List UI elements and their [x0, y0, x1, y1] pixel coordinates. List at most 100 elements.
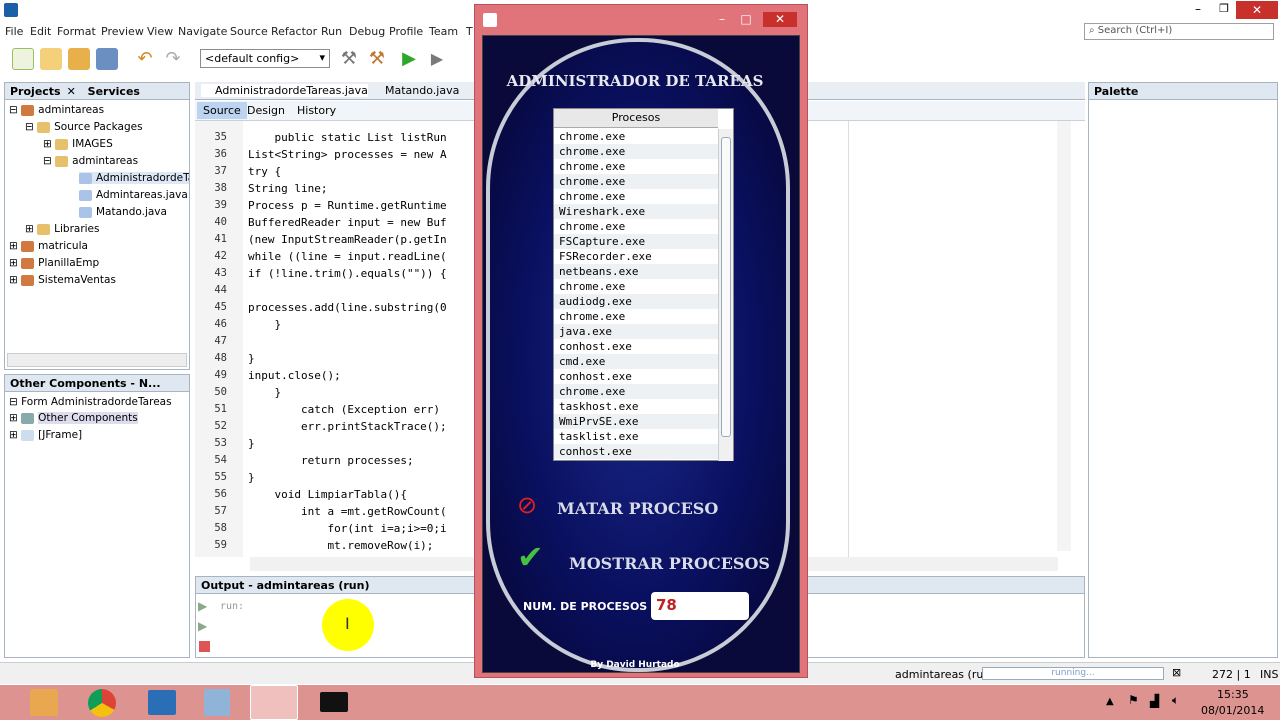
- tree-item[interactable]: ⊟ admintareas: [9, 104, 104, 116]
- tree-item[interactable]: ⊞ matricula: [9, 240, 88, 252]
- maximize-button[interactable]: □: [737, 12, 755, 27]
- undo-icon[interactable]: ↶: [134, 48, 156, 70]
- menu-team[interactable]: Team: [429, 25, 458, 38]
- tree-item[interactable]: ⊞ PlanillaEmp: [9, 257, 99, 269]
- tab-matando[interactable]: Matando.java: [371, 84, 459, 97]
- java-app-icon[interactable]: [250, 685, 298, 720]
- process-row[interactable]: netbeans.exe: [554, 264, 718, 279]
- debug-icon[interactable]: ▶: [426, 48, 448, 70]
- tab-projects[interactable]: Projects: [10, 85, 61, 98]
- menu-source[interactable]: Source: [230, 25, 268, 38]
- rerun-icon[interactable]: ▶: [198, 599, 207, 613]
- process-list[interactable]: chrome.exe chrome.exe chrome.exe chrome.…: [554, 129, 718, 461]
- cmd-icon[interactable]: [320, 692, 348, 712]
- menu-refactor[interactable]: Refactor: [271, 25, 317, 38]
- process-row[interactable]: conhost.exe: [554, 369, 718, 384]
- menu-preview[interactable]: Preview: [101, 25, 144, 38]
- process-row[interactable]: chrome.exe: [554, 279, 718, 294]
- tree-item[interactable]: ⊞ SistemaVentas: [9, 274, 116, 286]
- stop-icon[interactable]: [199, 641, 210, 652]
- tree-item-selected[interactable]: AdministradordeTare: [79, 172, 189, 184]
- tab-history[interactable]: History: [297, 104, 336, 117]
- network-icon[interactable]: ▟: [1150, 694, 1159, 708]
- menu-file[interactable]: File: [5, 25, 23, 38]
- menu-format[interactable]: Format: [57, 25, 96, 38]
- process-row[interactable]: chrome.exe: [554, 189, 718, 204]
- tab-administrador[interactable]: AdministradordeTareas.java: [201, 84, 368, 97]
- tree-item[interactable]: ⊟ admintareas: [43, 155, 138, 167]
- menu-debug[interactable]: Debug: [349, 25, 385, 38]
- minimize-button[interactable]: –: [1188, 2, 1208, 18]
- process-count-field[interactable]: 78: [651, 592, 749, 620]
- tree-item[interactable]: Admintareas.java: [79, 189, 188, 201]
- wireshark-icon[interactable]: [148, 690, 176, 715]
- process-row[interactable]: chrome.exe: [554, 384, 718, 399]
- new-file-icon[interactable]: [12, 48, 34, 70]
- process-row[interactable]: java.exe: [554, 324, 718, 339]
- menu-run[interactable]: Run: [321, 25, 342, 38]
- tray-chevron-icon[interactable]: ▲: [1106, 696, 1114, 707]
- horizontal-scrollbar[interactable]: [7, 353, 187, 367]
- search-input[interactable]: ⌕ Search (Ctrl+I): [1084, 23, 1274, 40]
- config-select[interactable]: <default config> ▾: [200, 49, 330, 68]
- process-row[interactable]: FSCapture.exe: [554, 234, 718, 249]
- chrome-icon[interactable]: [88, 689, 116, 717]
- menu-profile[interactable]: Profile: [389, 25, 423, 38]
- tab-source[interactable]: Source: [197, 102, 247, 119]
- menu-navigate[interactable]: Navigate: [178, 25, 227, 38]
- new-project-icon[interactable]: [40, 48, 62, 70]
- minimize-button[interactable]: –: [713, 12, 731, 27]
- process-table[interactable]: Procesos chrome.exe chrome.exe chrome.ex…: [553, 108, 734, 461]
- process-row[interactable]: chrome.exe: [554, 174, 718, 189]
- process-row[interactable]: conhost.exe: [554, 444, 718, 459]
- process-row[interactable]: audiodg.exe: [554, 294, 718, 309]
- close-button[interactable]: ✕: [763, 12, 797, 27]
- scroll-thumb[interactable]: [721, 137, 731, 437]
- flag-icon[interactable]: ⚑: [1128, 693, 1139, 707]
- tree-item[interactable]: ⊟ Form AdministradordeTareas: [9, 396, 172, 408]
- redo-icon[interactable]: ↷: [162, 48, 184, 70]
- tab-design[interactable]: Design: [247, 104, 285, 117]
- process-row[interactable]: WmiPrvSE.exe: [554, 414, 718, 429]
- cancel-icon[interactable]: ⊠: [1172, 666, 1181, 679]
- process-row[interactable]: cmd.exe: [554, 354, 718, 369]
- tree-item[interactable]: ⊞ Libraries: [25, 223, 100, 235]
- tree-item-selected[interactable]: ⊞ Other Components: [9, 412, 138, 424]
- close-button[interactable]: ✕: [1236, 1, 1278, 19]
- virtualbox-icon[interactable]: [204, 689, 230, 716]
- tree-item[interactable]: ⊞ [JFrame]: [9, 429, 82, 441]
- rerun-config-icon[interactable]: ▶: [198, 619, 207, 633]
- process-row[interactable]: tasklist.exe: [554, 429, 718, 444]
- show-processes-button[interactable]: ✔ MOSTRAR PROCESOS: [517, 538, 777, 578]
- clock-time[interactable]: 15:35: [1217, 688, 1249, 701]
- build-icon[interactable]: ⚒: [338, 48, 360, 70]
- process-row[interactable]: chrome.exe: [554, 219, 718, 234]
- run-icon[interactable]: ▶: [398, 48, 420, 70]
- process-row[interactable]: FSRecorder.exe: [554, 249, 718, 264]
- tab-services[interactable]: Services: [88, 85, 140, 98]
- save-all-icon[interactable]: [96, 48, 118, 70]
- open-project-icon[interactable]: [68, 48, 90, 70]
- menu-view[interactable]: View: [147, 25, 173, 38]
- process-row[interactable]: chrome.exe: [554, 129, 718, 144]
- clean-build-icon[interactable]: ⚒: [366, 48, 388, 70]
- tree-item[interactable]: Matando.java: [79, 206, 167, 218]
- clock-date[interactable]: 08/01/2014: [1201, 704, 1264, 717]
- process-row[interactable]: Wireshark.exe: [554, 204, 718, 219]
- tree-item[interactable]: ⊞ IMAGES: [43, 138, 113, 150]
- process-row[interactable]: chrome.exe: [554, 309, 718, 324]
- kill-process-button[interactable]: ⊘ MATAR PROCESO: [517, 491, 747, 523]
- column-header[interactable]: Procesos: [554, 109, 718, 128]
- menu-tools[interactable]: T: [466, 25, 473, 38]
- volume-icon[interactable]: 🔈︎: [1172, 693, 1179, 708]
- menu-edit[interactable]: Edit: [30, 25, 51, 38]
- table-scrollbar[interactable]: [718, 129, 733, 461]
- close-icon[interactable]: ✕: [67, 85, 76, 98]
- process-row[interactable]: chrome.exe: [554, 159, 718, 174]
- process-row[interactable]: conhost.exe: [554, 339, 718, 354]
- process-row[interactable]: chrome.exe: [554, 144, 718, 159]
- maximize-button[interactable]: ❐: [1214, 2, 1234, 18]
- file-explorer-icon[interactable]: [30, 689, 58, 716]
- tree-item[interactable]: ⊟ Source Packages: [25, 121, 143, 133]
- process-row[interactable]: taskhost.exe: [554, 399, 718, 414]
